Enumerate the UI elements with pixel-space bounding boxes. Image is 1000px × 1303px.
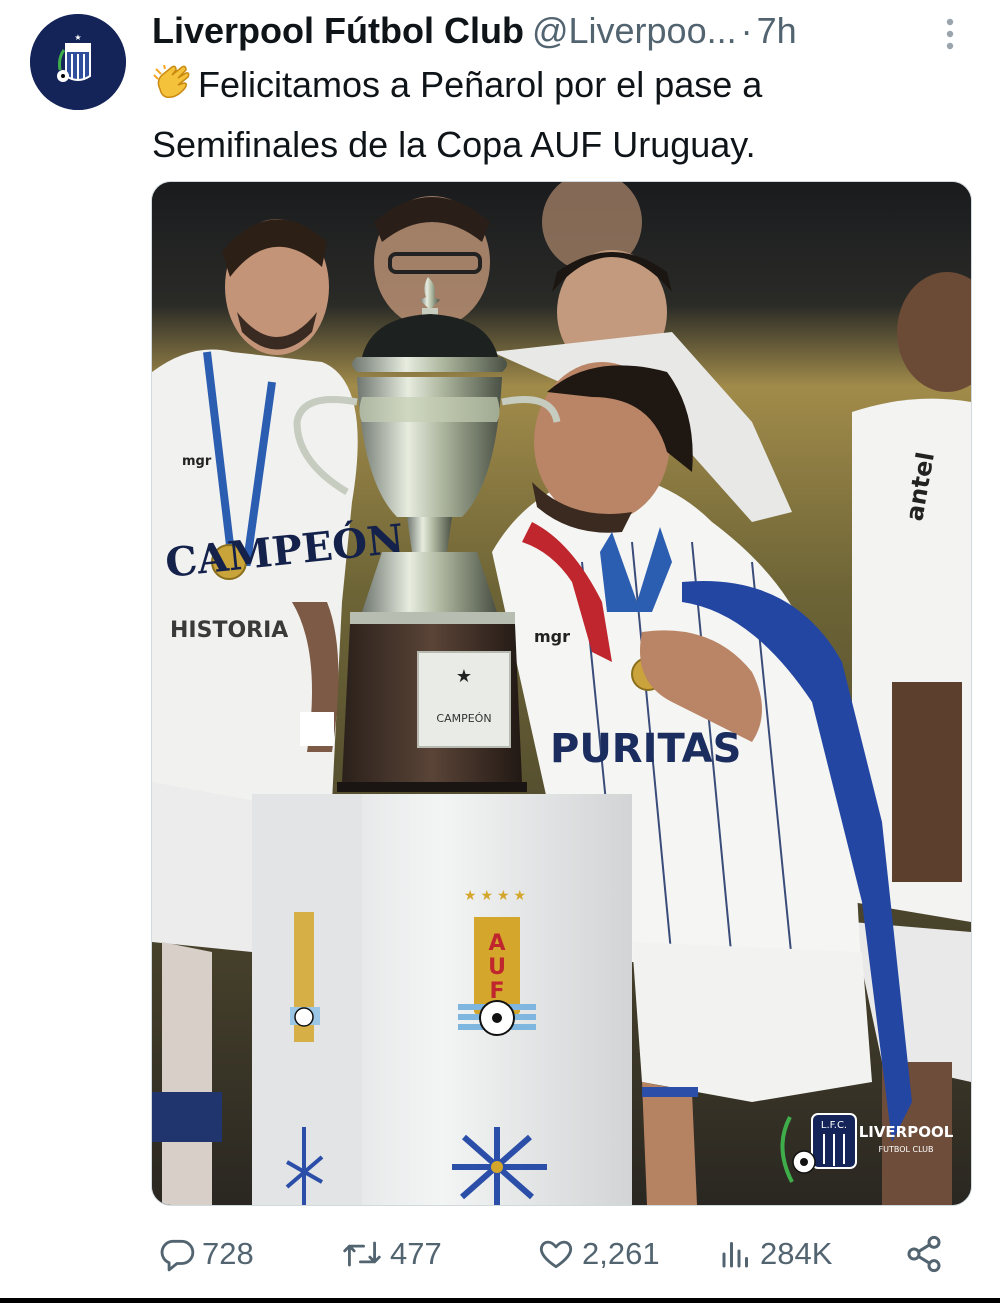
author-handle[interactable]: @Liverpoo... [532,10,737,51]
post-text-first: Felicitamos a Peñarol por el pase a [198,64,763,105]
post-photo[interactable]: CAMPEÓN HISTORIA mgr antel PURITAS mgr ★… [151,181,972,1206]
club-crest-icon: ★ [30,14,126,110]
more-vertical-icon [946,18,954,50]
bottom-divider [0,1298,1000,1303]
watermark-name: LIVERPOOL [859,1123,954,1141]
post-text-line-2: Semifinales de la Copa AUF Uruguay. [152,124,756,165]
author-name[interactable]: Liverpool Fútbol Club [152,10,524,51]
like-count: 2,261 [582,1236,660,1271]
trophy-celebration-photo: CAMPEÓN HISTORIA mgr antel PURITAS mgr ★… [152,182,971,1205]
post-text: Felicitamos a Peñarol por el pase a Semi… [152,58,972,172]
kit-brand-main: mgr [534,627,570,646]
svg-text:★: ★ [74,33,81,42]
reply-button[interactable]: 728 [158,1226,254,1282]
repost-count: 477 [390,1236,442,1271]
svg-text:★★★★: ★★★★ [464,888,530,904]
post-timestamp[interactable]: 7h [757,10,797,51]
pedestal-letter-a: A [488,931,505,956]
repost-icon [343,1241,381,1267]
views-button[interactable]: 284K [718,1226,832,1282]
heart-icon [539,1240,573,1269]
reply-count: 728 [202,1236,254,1271]
like-button[interactable]: 2,261 [536,1226,660,1282]
share-icon [907,1235,941,1273]
reply-bubble-icon [160,1239,195,1272]
clapping-hands-icon [152,63,198,118]
separator-dot: · [740,10,753,51]
pedestal-letter-u: U [488,955,506,980]
watermark-monogram: L.F.C. [821,1120,847,1131]
repost-button[interactable]: 477 [340,1226,442,1282]
trophy-plaque: CAMPEÓN [436,712,491,725]
more-options-button[interactable] [940,14,960,54]
post-header: Liverpool Fútbol Club @Liverpoo... · 7h [152,8,940,54]
kit-brand-left: mgr [182,454,212,469]
view-count: 284K [760,1236,833,1271]
share-button[interactable] [904,1226,950,1282]
plaque-star-icon: ★ [456,666,472,687]
views-chart-icon [722,1242,748,1268]
jersey-sponsor: PURITAS [550,726,741,772]
watermark-sub: FUTBOL CLUB [879,1145,934,1154]
author-avatar[interactable]: ★ [30,14,126,110]
post-text-line-1: Felicitamos a Peñarol por el pase a [152,58,972,118]
post-actions: 728 477 2,261 284K [152,1226,952,1282]
shirt-slogan-bottom: HISTORIA [170,618,288,643]
